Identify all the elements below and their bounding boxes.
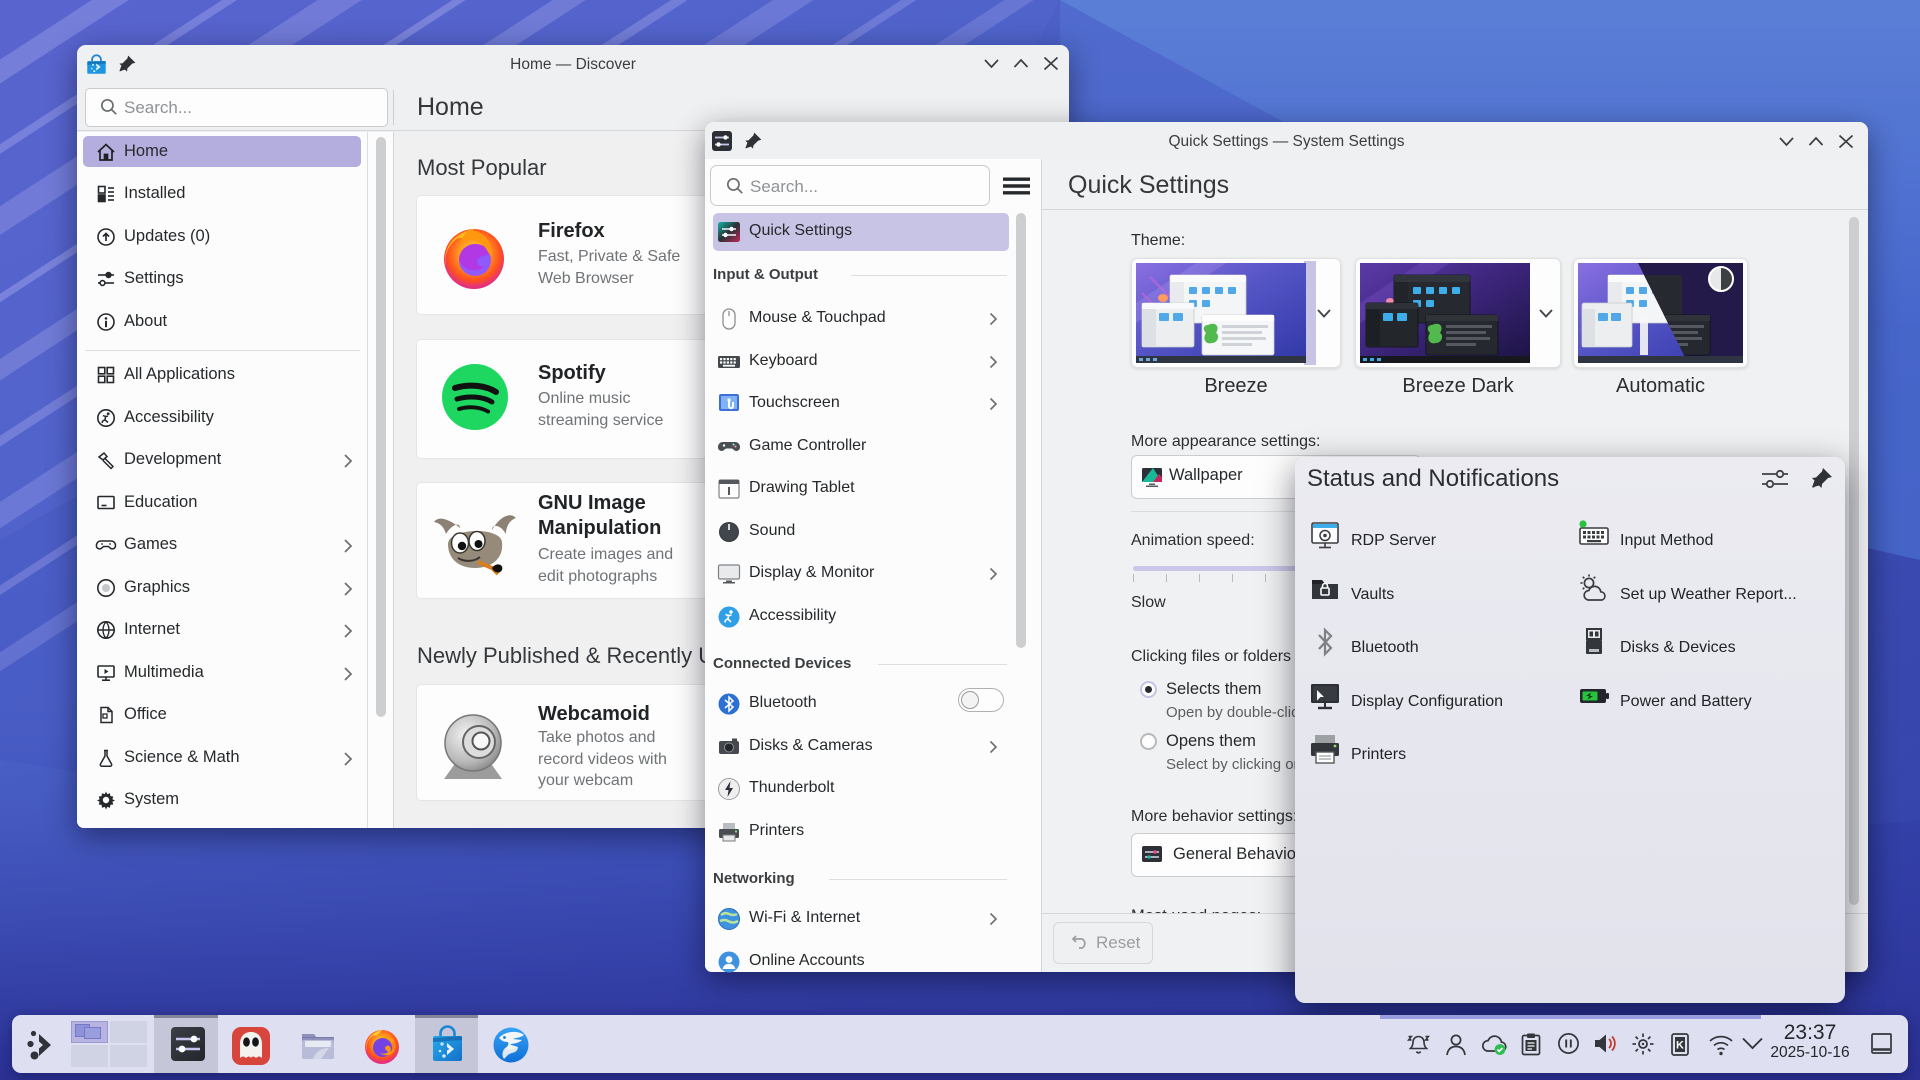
- svg-text:K: K: [1676, 1040, 1684, 1052]
